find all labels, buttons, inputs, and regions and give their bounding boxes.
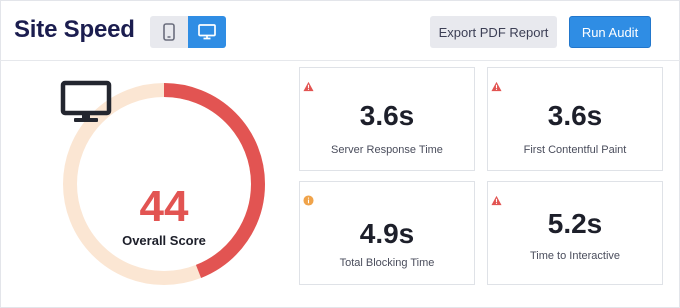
overall-score-gauge: 44 Overall Score: [60, 80, 268, 288]
export-pdf-report-button[interactable]: Export PDF Report: [430, 16, 557, 48]
warning-triangle-icon: [491, 195, 502, 206]
monitor-icon: [60, 80, 112, 122]
warning-triangle-icon: [491, 81, 502, 92]
metric-card-first-contentful-paint: 3.6s First Contentful Paint: [487, 67, 663, 171]
metric-label: First Contentful Paint: [523, 144, 627, 156]
overall-score-value: 44: [139, 182, 189, 231]
metric-value: 3.6s: [547, 100, 603, 131]
metric-card-total-blocking-time: 4.9s Total Blocking Time: [299, 181, 475, 285]
desktop-icon: [198, 24, 216, 40]
info-circle-icon: [303, 195, 314, 206]
metric-label: Server Response Time: [331, 144, 443, 156]
metric-value: 5.2s: [547, 208, 603, 239]
run-audit-button[interactable]: Run Audit: [569, 16, 651, 48]
header-divider: [0, 60, 680, 61]
desktop-view-button[interactable]: [188, 16, 226, 48]
metric-value: 4.9s: [359, 218, 415, 249]
metric-label: Total Blocking Time: [339, 257, 435, 269]
metric-card-server-response-time: 3.6s Server Response Time: [299, 67, 475, 171]
mobile-icon: [163, 23, 175, 41]
page-title: Site Speed: [14, 16, 135, 43]
overall-score-label: Overall Score: [122, 233, 206, 248]
metric-card-time-to-interactive: 5.2s Time to Interactive: [487, 181, 663, 285]
metric-label: Time to Interactive: [529, 250, 621, 262]
warning-triangle-icon: [303, 81, 314, 92]
device-toggle: [150, 16, 226, 48]
metric-value: 3.6s: [359, 100, 415, 131]
mobile-view-button[interactable]: [150, 16, 188, 48]
